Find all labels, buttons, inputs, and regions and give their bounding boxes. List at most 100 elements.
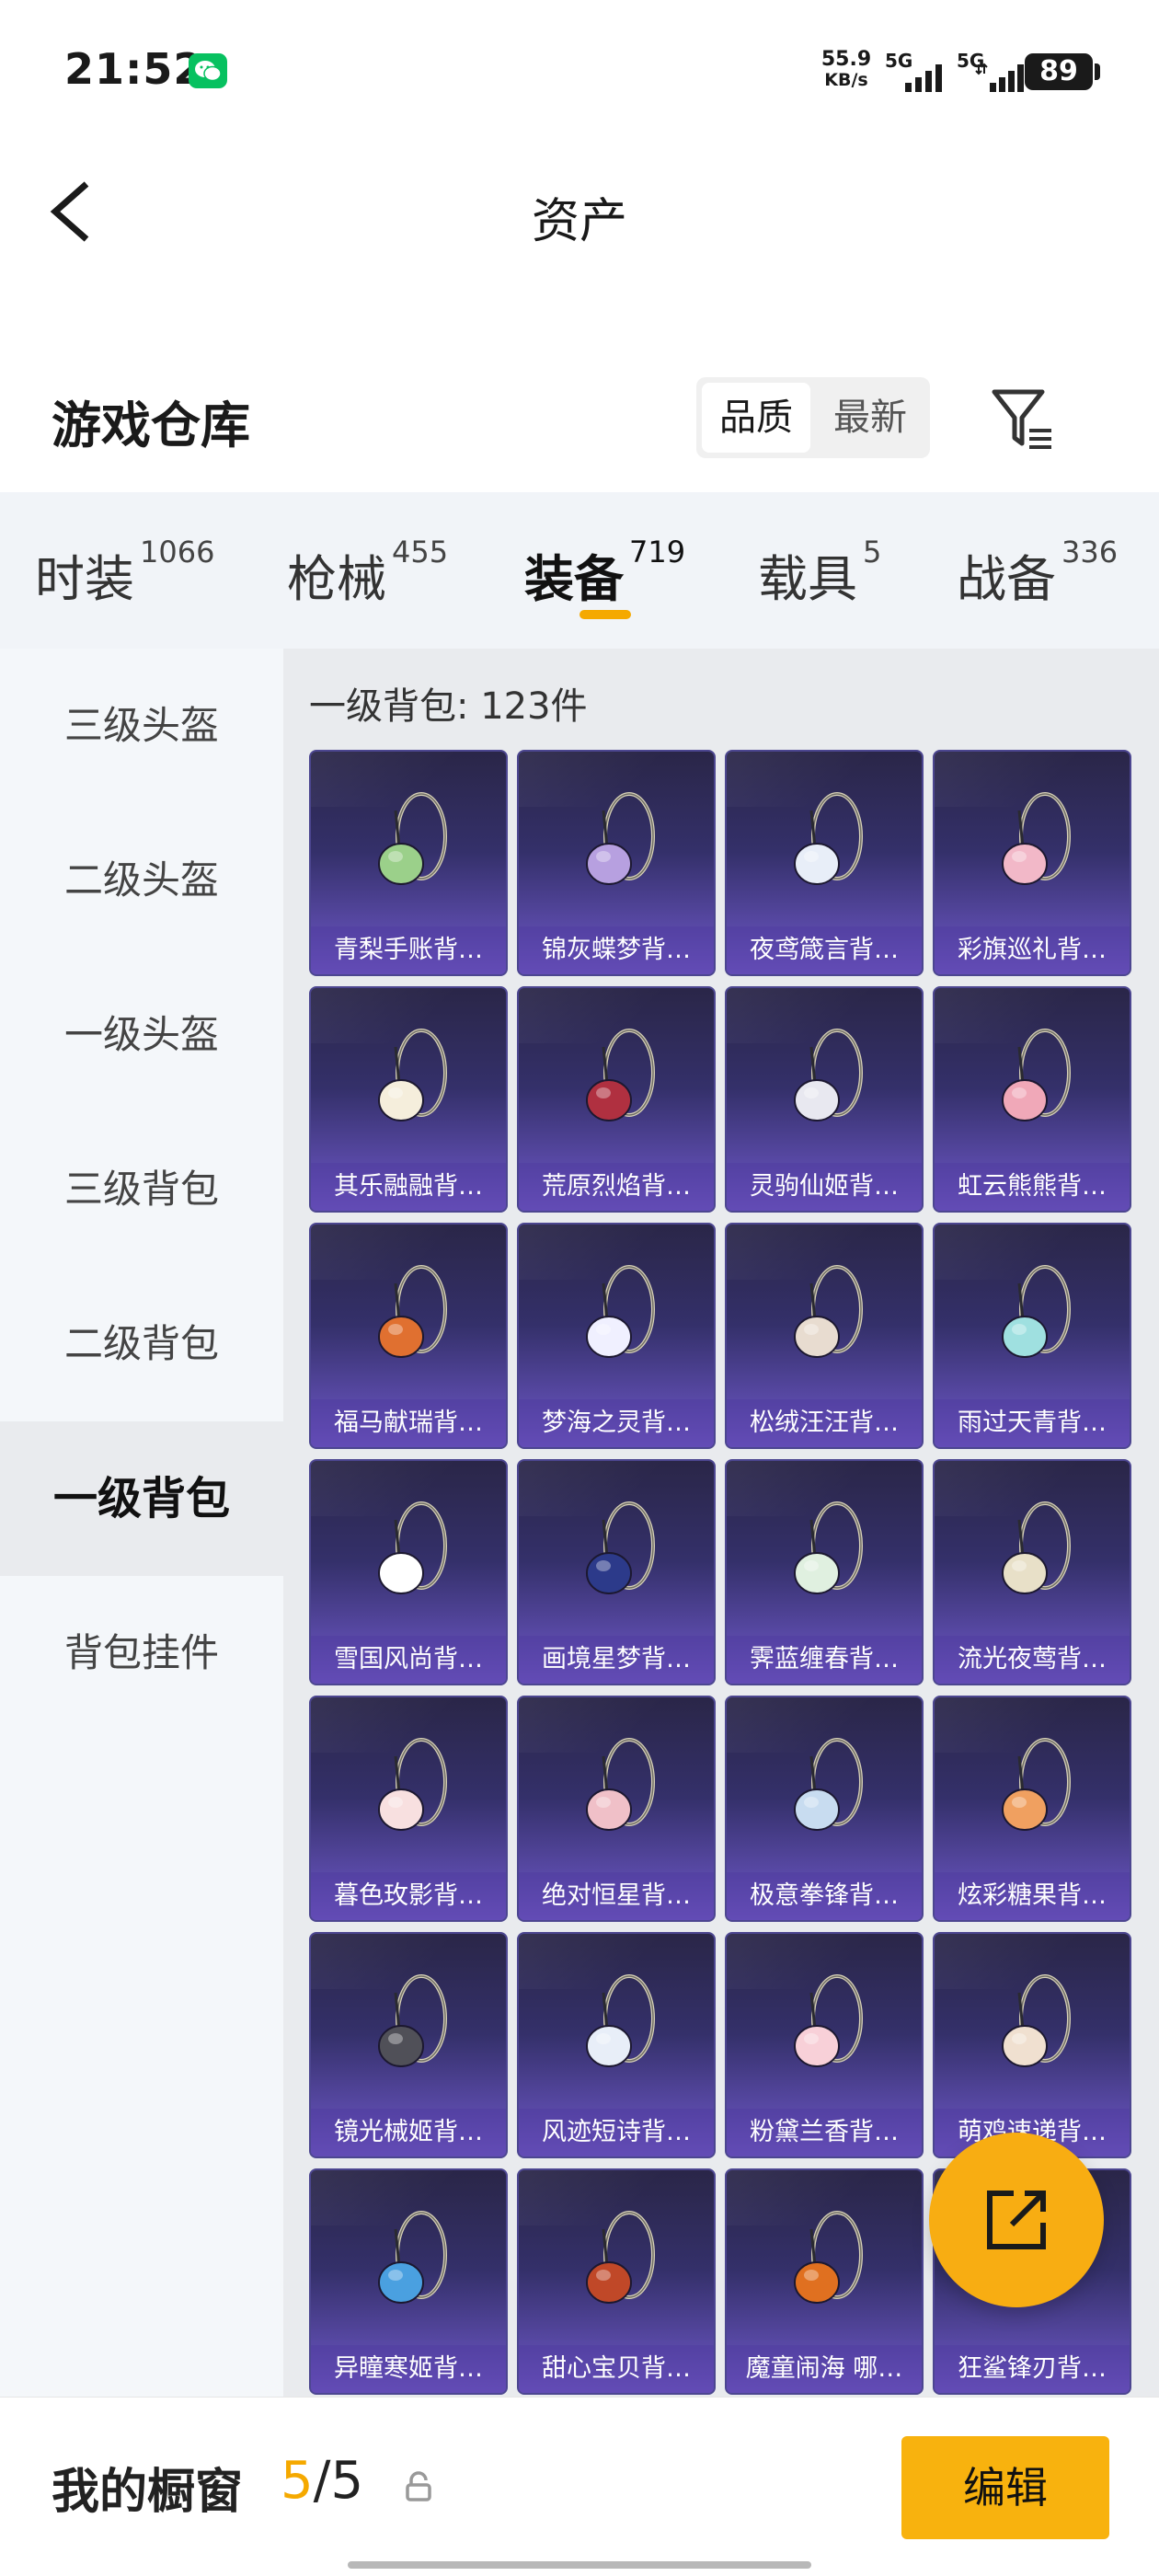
backpack-item-card[interactable]: 锦灰蝶梦背… [517,750,716,976]
share-external-icon [987,2191,1046,2249]
tab-combat-gear[interactable]: 战备 336 [957,535,1118,611]
backpack-item-card[interactable]: 炫彩糖果背… [933,1696,1131,1922]
item-name: 甜心宝贝背… [519,2345,714,2393]
item-name: 雨过天青背… [935,1399,1130,1447]
backpack-item-card[interactable]: 异瞳寒姬背… [309,2168,508,2395]
item-name: 福马献瑞背… [311,1399,506,1447]
backpack-thumbnail-icon [586,1029,655,1121]
item-name: 其乐融融背… [311,1163,506,1211]
backpack-item-card[interactable]: 流光夜莺背… [933,1459,1131,1685]
tab-equipment[interactable]: 装备 719 [524,535,685,611]
showcase-count: 5/5 [281,2451,364,2511]
backpack-item-card[interactable]: 夜鸢箴言背… [725,750,924,976]
backpack-item-card[interactable]: 萌鸡速递背… [933,1932,1131,2158]
backpack-item-card[interactable]: 灵驹仙姬背… [725,986,924,1213]
backpack-thumbnail-icon [794,2211,863,2304]
bottom-bar: 我的橱窗 5/5 编辑 [0,2397,1159,2576]
sidebar-item-helmet-lv3[interactable]: 三级头盔 [0,649,283,803]
backpack-item-card[interactable]: 画境星梦背… [517,1459,716,1685]
item-name: 荒原烈焰背… [519,1163,714,1211]
backpack-item-card[interactable]: 荒原烈焰背… [517,986,716,1213]
backpack-thumbnail-icon [378,1738,447,1831]
warehouse-title: 游戏仓库 [52,397,250,454]
backpack-thumbnail-icon [586,1974,655,2067]
signal-bars-icon [905,64,942,92]
sidebar-item-backpack-charm[interactable]: 背包挂件 [0,1576,283,1731]
backpack-thumbnail-icon [1002,1501,1071,1594]
item-name: 雪国风尚背… [311,1636,506,1684]
item-name: 画境星梦背… [519,1636,714,1684]
backpack-item-card[interactable]: 魔童闹海 哪… [725,2168,924,2395]
warehouse-header: 游戏仓库 品质 最新 [0,359,1159,478]
backpack-item-card[interactable]: 梦海之灵背… [517,1223,716,1449]
backpack-item-card[interactable]: 风迹短诗背… [517,1932,716,2158]
backpack-thumbnail-icon [794,1265,863,1358]
backpack-item-card[interactable]: 青梨手账背… [309,750,508,976]
home-indicator [348,2561,811,2569]
backpack-thumbnail-icon [378,1501,447,1594]
sort-latest-button[interactable]: 最新 [816,383,924,453]
item-name: 灵驹仙姬背… [727,1163,922,1211]
edit-button[interactable]: 编辑 [901,2436,1109,2539]
item-name: 风迹短诗背… [519,2109,714,2156]
item-name: 霁蓝缠春背… [727,1636,922,1684]
item-name: 炫彩糖果背… [935,1872,1130,1920]
backpack-thumbnail-icon [378,1265,447,1358]
backpack-item-card[interactable]: 福马献瑞背… [309,1223,508,1449]
status-time: 21:52 [64,44,204,94]
sidebar-item-helmet-lv2[interactable]: 二级头盔 [0,803,283,958]
item-name: 青梨手账背… [311,926,506,974]
sidebar-item-helmet-lv1[interactable]: 一级头盔 [0,958,283,1112]
item-name: 夜鸢箴言背… [727,926,922,974]
backpack-item-card[interactable]: 绝对恒星背… [517,1696,716,1922]
backpack-item-card[interactable]: 霁蓝缠春背… [725,1459,924,1685]
backpack-thumbnail-icon [378,2211,447,2304]
showcase-label: 我的橱窗 [52,2465,244,2520]
backpack-thumbnail-icon [1002,792,1071,885]
backpack-item-card[interactable]: 镜光械姬背… [309,1932,508,2158]
share-button[interactable] [929,2133,1104,2307]
backpack-thumbnail-icon [586,2211,655,2304]
backpack-thumbnail-icon [1002,1738,1071,1831]
item-name: 松绒汪汪背… [727,1399,922,1447]
tab-vehicles[interactable]: 载具 5 [758,535,881,611]
backpack-item-card[interactable]: 彩旗巡礼背… [933,750,1131,976]
item-name: 梦海之灵背… [519,1399,714,1447]
sidebar: 三级头盔 二级头盔 一级头盔 三级背包 二级背包 一级背包 背包挂件 [0,649,283,2397]
sidebar-item-backpack-lv2[interactable]: 二级背包 [0,1267,283,1421]
item-name: 镜光械姬背… [311,2109,506,2156]
backpack-thumbnail-icon [378,792,447,885]
item-name: 暮色玫影背… [311,1872,506,1920]
tab-firearms[interactable]: 枪械 455 [287,535,448,611]
sidebar-item-backpack-lv3[interactable]: 三级背包 [0,1112,283,1267]
battery-tip [1095,63,1100,80]
backpack-item-card[interactable]: 粉黛兰香背… [725,1932,924,2158]
lock-icon [406,2471,431,2501]
backpack-item-card[interactable]: 虹云熊熊背… [933,986,1131,1213]
backpack-item-card[interactable]: 雨过天青背… [933,1223,1131,1449]
section-label: 一级背包: 123件 [309,685,588,728]
backpack-thumbnail-icon [794,1029,863,1121]
filter-button[interactable] [989,383,1062,456]
backpack-thumbnail-icon [794,792,863,885]
item-name: 狂鲨锋刃背… [935,2345,1130,2393]
backpack-item-card[interactable]: 暮色玫影背… [309,1696,508,1922]
item-name: 绝对恒星背… [519,1872,714,1920]
filter-icon [992,389,1051,449]
backpack-item-card[interactable]: 甜心宝贝背… [517,2168,716,2395]
backpack-item-card[interactable]: 松绒汪汪背… [725,1223,924,1449]
sort-quality-button[interactable]: 品质 [702,383,810,453]
backpack-item-card[interactable]: 雪国风尚背… [309,1459,508,1685]
tab-fashion[interactable]: 时装 1066 [35,535,214,611]
item-name: 异瞳寒姬背… [311,2345,506,2393]
item-name: 锦灰蝶梦背… [519,926,714,974]
backpack-thumbnail-icon [794,1974,863,2067]
item-name: 粉黛兰香背… [727,2109,922,2156]
active-tab-indicator [580,610,631,619]
backpack-item-card[interactable]: 其乐融融背… [309,986,508,1213]
backpack-thumbnail-icon [794,1738,863,1831]
sort-toggle: 品质 最新 [696,377,930,458]
sidebar-item-backpack-lv1[interactable]: 一级背包 [0,1421,283,1576]
backpack-item-card[interactable]: 极意拳锋背… [725,1696,924,1922]
item-name: 流光夜莺背… [935,1636,1130,1684]
